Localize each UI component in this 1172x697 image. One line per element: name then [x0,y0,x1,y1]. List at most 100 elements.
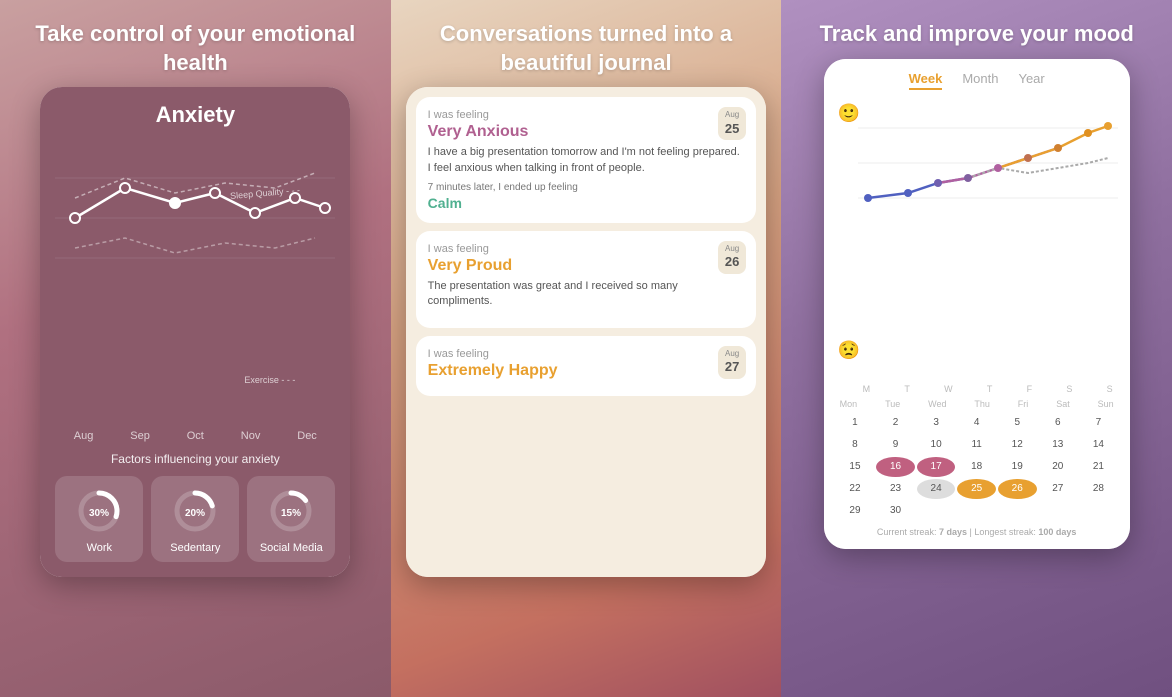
factor-social-media-label: Social Media [260,542,323,554]
date-month-2: Aug [725,244,739,254]
cal-6: 6 [1039,413,1078,433]
mood-chart-area: 🙂 😟 [836,98,1118,376]
phone-mockup-3: Week Month Year 🙂 😟 [824,59,1130,549]
cal-27: 27 [1039,479,1078,499]
cal-header-tue: Tue [885,399,900,409]
cal-15: 15 [836,457,875,477]
cal-25: 25 [957,479,996,499]
cal-20: 20 [1039,457,1078,477]
mood-chart-svg [858,98,1118,228]
anxiety-chart-svg [55,138,335,298]
cal-empty-1 [917,501,956,521]
cal-empty-3 [998,501,1037,521]
journal-followup-1: 7 minutes later, I ended up feeling [428,182,745,193]
factor-sedentary-circle: 20% [170,486,220,536]
date-day-1: 25 [725,121,739,138]
journal-label-3: I was feeling [428,348,745,360]
journal-mood-followup-1: Calm [428,195,745,211]
cal-4: 4 [957,413,996,433]
date-month-1: Aug [725,110,739,120]
cal-empty-5 [1079,501,1118,521]
mood-screen: Week Month Year 🙂 😟 [824,59,1130,549]
cal-1: 1 [836,413,875,433]
date-day-2: 26 [725,254,739,271]
streak-current: Current streak: 7 days | Longest streak:… [877,527,1076,537]
day-t2: T [987,384,993,394]
day-w: W [944,384,953,394]
phone-mockup-1: Anxiety Sleep Quality - - - Exercise - -… [40,87,350,577]
journal-mood-2: Very Proud [428,257,745,275]
day-m: M [863,384,871,394]
cal-26: 26 [998,479,1037,499]
factor-sedentary-label: Sedentary [170,542,220,554]
streak-text: Current streak: 7 days | Longest streak:… [836,527,1118,537]
day-f: F [1027,384,1033,394]
tab-month[interactable]: Month [962,71,998,90]
tab-week[interactable]: Week [909,71,943,90]
month-sep: Sep [130,430,150,442]
svg-text:15%: 15% [281,508,301,519]
day-s1: S [1066,384,1072,394]
factor-work-circle: 30% [74,486,124,536]
month-dec: Dec [297,430,317,442]
panel-anxiety: Take control of your emotional health An… [0,0,391,697]
tab-year[interactable]: Year [1018,71,1044,90]
week-day-labels: M T W T F S S [858,384,1118,394]
chart-month-labels: Aug Sep Oct Nov Dec [55,430,335,442]
anxiety-chart-area: Sleep Quality - - - Exercise - - - [55,138,335,425]
cal-13: 13 [1039,435,1078,455]
cal-28: 28 [1079,479,1118,499]
month-aug: Aug [74,430,94,442]
calendar-grid: 1 2 3 4 5 6 7 8 9 10 11 12 13 14 15 [836,413,1118,521]
anxiety-screen: Anxiety Sleep Quality - - - Exercise - -… [40,87,350,577]
cal-19: 19 [998,457,1037,477]
cal-23: 23 [876,479,915,499]
cal-16: 16 [876,457,915,477]
date-badge-2: Aug 26 [718,241,746,274]
cal-header-fri: Fri [1018,399,1029,409]
cal-3: 3 [917,413,956,433]
journal-mood-3: Extremely Happy [428,362,745,380]
month-oct: Oct [187,430,204,442]
journal-label-2: I was feeling [428,243,745,255]
factor-sedentary: 20% Sedentary [151,476,239,562]
cal-empty-2 [957,501,996,521]
phone-mockup-2: Aug 25 I was feeling Very Anxious I have… [406,87,767,577]
cal-24: 24 [917,479,956,499]
date-month-3: Aug [725,349,739,359]
factors-row: 30% Work 20% Sedentary [55,476,335,562]
panel-1-title: Take control of your emotional health [0,0,391,87]
factor-social-media: 15% Social Media [247,476,335,562]
cal-2: 2 [876,413,915,433]
cal-8: 8 [836,435,875,455]
cal-12: 12 [998,435,1037,455]
cal-22: 22 [836,479,875,499]
cal-17: 17 [917,457,956,477]
cal-header-mon: Mon [840,399,858,409]
cal-9: 9 [876,435,915,455]
day-t1: T [904,384,910,394]
anxiety-chart-title: Anxiety [55,102,335,128]
cal-29: 29 [836,501,875,521]
cal-14: 14 [1079,435,1118,455]
factor-work: 30% Work [55,476,143,562]
cal-18: 18 [957,457,996,477]
journal-mood-1: Very Anxious [428,123,745,141]
cal-21: 21 [1079,457,1118,477]
journal-card-2: Aug 26 I was feeling Very Proud The pres… [416,231,757,328]
journal-text-1: I have a big presentation tomorrow and I… [428,145,745,176]
journal-card-1: Aug 25 I was feeling Very Anxious I have… [416,97,757,223]
happy-face-icon: 🙂 [838,103,860,124]
cal-header-sun: Sun [1098,399,1114,409]
cal-header-thu: Thu [974,399,990,409]
tabs-row: Week Month Year [836,71,1118,90]
svg-text:30%: 30% [89,508,109,519]
cal-5: 5 [998,413,1037,433]
day-s2: S [1107,384,1113,394]
calendar-section: Mon Tue Wed Thu Fri Sat Sun 1 2 3 4 5 6 … [836,399,1118,537]
svg-text:20%: 20% [185,508,205,519]
sad-face-icon: 😟 [838,340,860,361]
calendar-header: Mon Tue Wed Thu Fri Sat Sun [836,399,1118,409]
panel-journal: Conversations turned into a beautiful jo… [391,0,782,697]
date-badge-3: Aug 27 [718,346,746,379]
